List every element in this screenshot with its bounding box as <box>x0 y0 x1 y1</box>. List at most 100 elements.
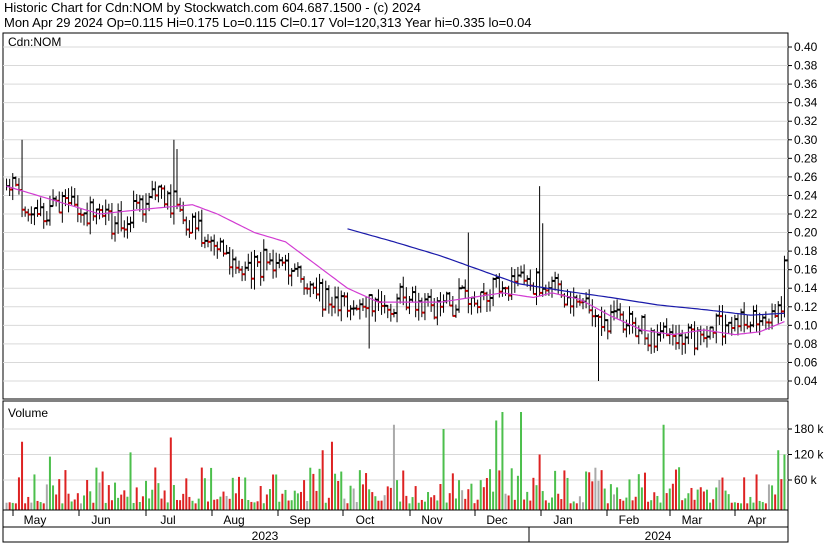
volume-bar <box>451 473 454 510</box>
volume-bar <box>182 493 185 510</box>
volume-bar <box>668 488 671 510</box>
volume-bar <box>417 502 420 510</box>
volume-bar <box>405 495 408 510</box>
volume-bar <box>95 467 98 510</box>
volume-bar <box>299 491 302 510</box>
volume-bar <box>482 487 485 510</box>
volume-bar <box>495 420 498 510</box>
volume-bar <box>563 470 566 510</box>
volume-bar <box>612 494 615 510</box>
price-tick-label: 0.04 <box>794 374 818 388</box>
price-tick-label: 0.22 <box>794 207 818 221</box>
price-tick-label: 0.30 <box>794 133 818 147</box>
volume-bar <box>752 502 755 510</box>
volume-bar <box>566 477 569 510</box>
volume-bar <box>45 484 48 510</box>
volume-bar <box>327 497 330 510</box>
volume-bar <box>671 483 674 510</box>
price-tick-label: 0.34 <box>794 96 818 110</box>
volume-bar <box>718 479 721 510</box>
volume-bar <box>380 500 383 510</box>
volume-bar <box>693 499 696 510</box>
volume-bar <box>473 503 476 510</box>
volume-bar <box>169 437 172 510</box>
volume-bar <box>312 473 315 510</box>
volume-bar <box>498 470 501 510</box>
volume-bar <box>117 497 120 510</box>
volume-bar <box>185 478 188 510</box>
volume-bar <box>216 499 219 510</box>
volume-bar <box>141 496 144 510</box>
volume-bar <box>535 485 538 510</box>
volume-bar <box>145 480 148 510</box>
volume-y-axis: 180 k 120 k 60 k <box>788 422 824 487</box>
volume-bar <box>510 468 513 510</box>
volume-bar <box>436 500 439 510</box>
volume-bar <box>176 499 179 510</box>
volume-bar <box>337 480 340 510</box>
volume-bar <box>687 493 690 510</box>
volume-bar <box>476 499 479 510</box>
volume-bar <box>148 498 151 510</box>
volume-bar <box>411 497 414 510</box>
volume-bar <box>346 503 349 510</box>
volume-bar <box>64 470 67 510</box>
volume-bar <box>396 480 399 510</box>
month-label: Feb <box>619 513 640 527</box>
volume-bar <box>101 471 104 510</box>
volume-bar <box>70 501 73 510</box>
month-label: Nov <box>421 513 442 527</box>
price-panel-label: Cdn:NOM <box>8 35 61 49</box>
volume-bar <box>619 499 622 510</box>
volume-bar <box>665 493 668 510</box>
volume-bar <box>281 493 284 510</box>
price-volume-chart: 0.40 0.38 0.36 0.34 0.32 0.30 0.28 0.26 0.24 0.22… <box>2 32 824 543</box>
volume-bar <box>541 491 544 510</box>
volume-bar <box>461 490 464 510</box>
month-label: Apr <box>748 513 767 527</box>
volume-bar <box>408 503 411 510</box>
volume-bar <box>507 495 510 510</box>
volume-bar <box>256 501 259 510</box>
price-y-axis: 0.40 0.38 0.36 0.34 0.32 0.30 0.28 0.26 0.24 0.22… <box>788 40 818 388</box>
month-label: Aug <box>223 513 244 527</box>
volume-bar <box>166 502 169 510</box>
volume-bar <box>42 503 45 510</box>
price-tick-label: 0.36 <box>794 77 818 91</box>
volume-bar <box>532 477 535 510</box>
volume-bar <box>52 485 55 510</box>
volume-bar <box>36 500 39 510</box>
volume-bar <box>501 412 504 510</box>
volume-bar <box>200 467 203 510</box>
month-label: Dec <box>486 513 507 527</box>
volume-bar <box>244 477 247 510</box>
volume-bar <box>191 500 194 510</box>
volume-bar <box>126 496 129 510</box>
volume-bar <box>30 502 33 510</box>
volume-bar <box>684 498 687 510</box>
stockwatch-chart-window: Historic Chart for Cdn:NOM by Stockwatch… <box>0 0 830 543</box>
volume-bar <box>588 472 591 510</box>
volume-bar <box>464 498 467 510</box>
month-label: Sep <box>289 513 311 527</box>
price-tick-label: 0.16 <box>794 263 818 277</box>
volume-bar <box>746 503 749 510</box>
volume-bar <box>210 467 213 510</box>
volume-bar <box>597 480 600 510</box>
volume-bar <box>98 482 101 510</box>
volume-bar <box>755 474 758 510</box>
volume-bar <box>76 493 79 510</box>
volume-bar <box>544 500 547 510</box>
price-tick-label: 0.32 <box>794 114 818 128</box>
volume-bar <box>554 470 557 510</box>
year-label: 2023 <box>252 529 279 543</box>
volume-bar <box>315 490 318 510</box>
volume-bar <box>520 412 523 510</box>
volume-bar <box>197 498 200 510</box>
volume-bar <box>259 486 262 510</box>
volume-bar <box>247 500 250 510</box>
volume-bar <box>609 484 612 510</box>
volume-bar <box>777 450 780 510</box>
volume-bar <box>389 487 392 510</box>
volume-bar <box>355 502 358 510</box>
